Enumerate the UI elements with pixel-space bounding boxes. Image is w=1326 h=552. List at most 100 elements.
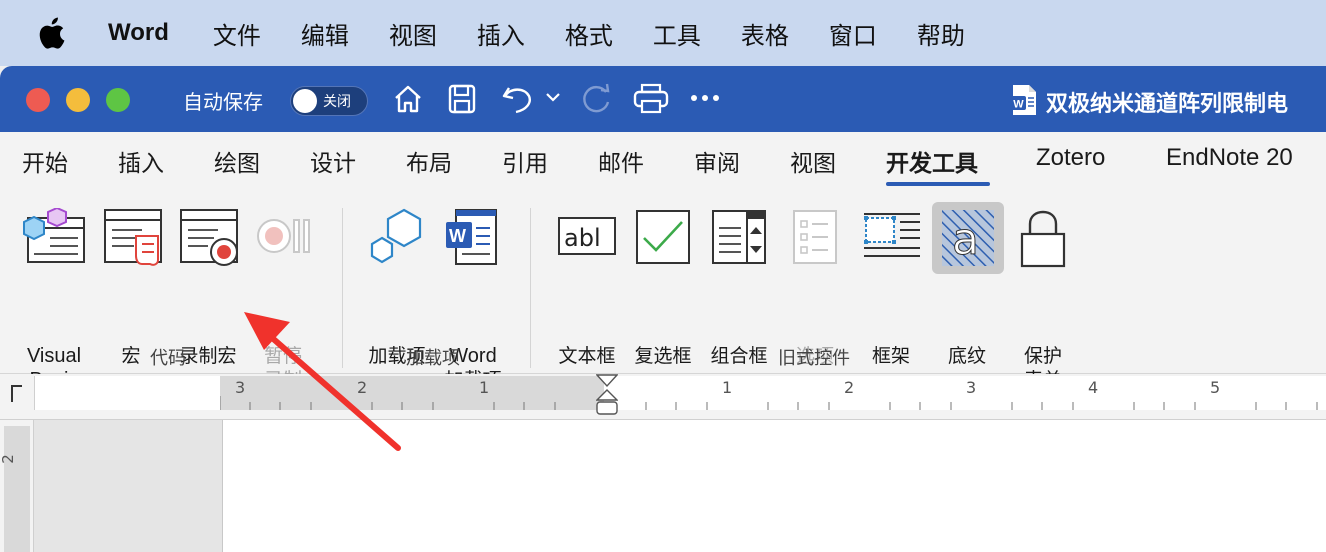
combo-box-label: 组合框 [710,345,768,367]
group-separator [342,208,343,368]
check-box-label: 复选框 [634,345,692,367]
record-macro-button[interactable] [178,208,240,266]
menu-help[interactable]: 帮助 [917,16,965,51]
pause-recording-button [254,208,316,266]
indent-marker[interactable] [595,374,619,424]
word-document-icon: W [1010,84,1038,120]
tab-home[interactable]: 开始 [22,144,68,178]
check-box-icon [636,210,690,264]
options-icon [793,210,837,264]
more-options-icon[interactable] [690,90,720,110]
tab-developer[interactable]: 开发工具 [886,144,978,178]
group-label-addins: 加载项 [406,348,460,369]
frame-label: 框架 [871,345,910,367]
active-tab-indicator [886,182,990,186]
combo-box-icon [712,210,766,264]
ruler-number: 3 [966,378,977,397]
visual-basic-button[interactable] [22,208,86,266]
close-window-button[interactable] [26,88,50,112]
horizontal-ruler[interactable]: 3 2 1 1 2 3 4 5 [0,374,1326,420]
autosave-label: 自动保存 [183,90,263,114]
save-icon[interactable] [446,82,478,120]
menu-table[interactable]: 表格 [741,16,789,51]
menu-file[interactable]: 文件 [213,16,261,51]
tab-insert[interactable]: 插入 [118,144,164,178]
document-area: 2 [0,420,1326,552]
ruler-number: 2 [357,378,368,397]
shading-icon: a [942,210,994,266]
ruler-ticks [220,396,1318,410]
svg-text:a: a [952,214,979,265]
macos-menu-bar: Word 文件 编辑 视图 插入 格式 工具 表格 窗口 帮助 [0,0,1326,66]
tab-draw[interactable]: 绘图 [214,144,260,178]
frame-icon [864,213,920,257]
pause-recording-label-line1: 暂停 [263,345,302,367]
protect-form-label-line1: 保护 [1023,345,1062,367]
word-window: 自动保存 关闭 W 双极纳米通道阵列限制电 开始 插入 绘图 设计 布局 引用 … [0,66,1326,552]
tab-mailings[interactable]: 邮件 [598,144,644,178]
tab-zotero[interactable]: Zotero [1036,144,1105,172]
group-label-legacy-controls: 旧式控件 [778,348,850,369]
text-box-icon: abl [558,217,616,255]
menu-word[interactable]: Word [108,19,169,47]
text-box-label: 文本框 [558,345,616,367]
group-separator [530,208,531,368]
ribbon-developer-panel: Visual Basic 宏 [0,188,1326,391]
vertical-ruler[interactable]: 2 [0,420,34,552]
minimize-window-button[interactable] [66,88,90,112]
frame-control-button[interactable] [862,208,922,266]
vertical-ruler-margin [4,426,30,552]
menu-window[interactable]: 窗口 [829,16,877,51]
shading-control-button[interactable]: a [932,202,1004,274]
macros-button[interactable] [102,208,164,266]
document-title: 双极纳米通道阵列限制电 [1046,92,1289,117]
tab-references[interactable]: 引用 [502,144,548,178]
apple-icon[interactable] [38,16,82,50]
zoom-window-button[interactable] [106,88,130,112]
text-box-control-button[interactable]: abl [556,208,618,266]
menu-edit[interactable]: 编辑 [301,16,349,51]
undo-icon[interactable] [500,82,534,120]
macros-icon [104,209,162,266]
record-macro-icon [180,209,238,266]
word-addins-button[interactable]: W [444,208,500,268]
tab-review[interactable]: 审阅 [694,144,740,178]
ruler-number: 1 [479,378,490,397]
tab-design[interactable]: 设计 [310,144,356,178]
menu-insert[interactable]: 插入 [477,16,525,51]
undo-dropdown-chevron-icon[interactable] [544,88,562,110]
tab-layout[interactable]: 布局 [406,144,452,178]
menu-view[interactable]: 视图 [389,16,437,51]
combo-box-control-button[interactable] [710,208,768,266]
check-box-control-button[interactable] [634,208,692,266]
tab-endnote[interactable]: EndNote 20 [1166,144,1293,172]
lock-icon [1020,210,1066,268]
shading-label: 底纹 [947,345,986,367]
ribbon-tabs: 开始 插入 绘图 设计 布局 引用 邮件 审阅 视图 开发工具 Zotero E… [0,132,1326,188]
menu-format[interactable]: 格式 [565,16,613,51]
home-icon[interactable] [392,82,424,120]
svg-text:W: W [1013,99,1024,111]
ruler-number: 1 [722,378,733,397]
autosave-toggle[interactable]: 关闭 [290,86,368,116]
addins-button[interactable] [366,208,428,268]
options-button [790,208,840,266]
ruler-number: 3 [235,378,246,397]
group-label-code: 代码 [150,348,186,369]
tab-view[interactable]: 视图 [790,144,836,178]
autosave-state: 关闭 [323,94,351,110]
svg-text:abl: abl [564,224,601,252]
print-icon[interactable] [632,82,670,120]
document-page[interactable] [222,420,1326,552]
visual-basic-icon [23,208,85,263]
tab-stop-selector-icon[interactable] [6,380,26,410]
visual-basic-label-line1: Visual [26,345,82,367]
protect-form-button[interactable] [1016,208,1070,270]
ruler-number: 2 [844,378,855,397]
addins-hexagon-icon [370,208,422,264]
word-addins-icon: W [446,209,497,265]
toggle-knob [293,89,317,113]
pause-record-icon [257,219,310,253]
menu-tools[interactable]: 工具 [653,16,701,51]
redo-icon [580,82,614,120]
